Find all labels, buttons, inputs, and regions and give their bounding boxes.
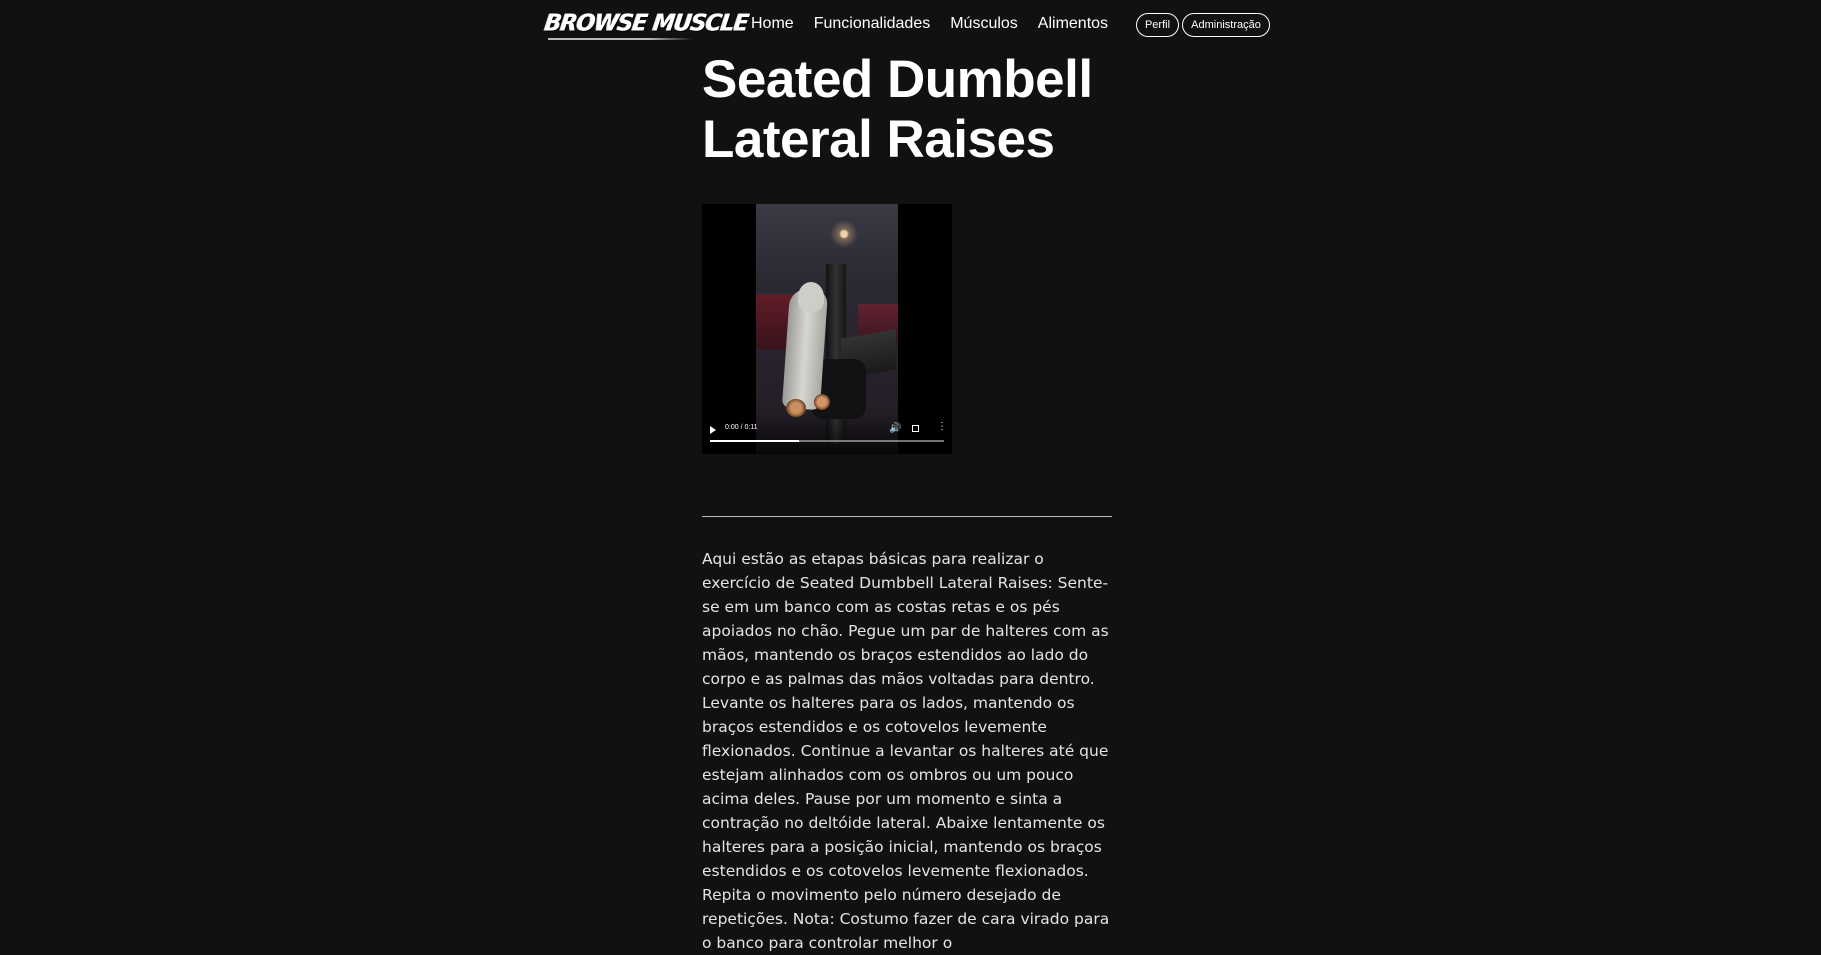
video-controls: 0:00 / 0:11 🔊 ⋮	[702, 414, 952, 454]
nav-home[interactable]: Home	[751, 15, 794, 33]
site-logo[interactable]: BROWSE MUSCLE	[543, 10, 750, 36]
play-icon[interactable]	[710, 426, 716, 434]
main-nav: Home Funcionalidades Músculos Alimentos	[751, 15, 1128, 33]
nav-funcionalidades[interactable]: Funcionalidades	[814, 15, 931, 33]
exercise-title: Seated Dumbell Lateral Raises	[702, 50, 1093, 169]
video-progress-bar[interactable]	[710, 440, 944, 442]
exercise-video-player[interactable]: 0:00 / 0:11 🔊 ⋮	[702, 204, 952, 454]
section-divider	[702, 516, 1112, 517]
volume-icon[interactable]: 🔊	[889, 424, 901, 434]
administracao-button[interactable]: Administração	[1182, 13, 1270, 37]
video-scene-person-hood	[798, 282, 824, 312]
perfil-button[interactable]: Perfil	[1136, 13, 1179, 37]
nav-musculos[interactable]: Músculos	[950, 15, 1018, 33]
video-time: 0:00 / 0:11	[725, 424, 758, 431]
site-header: BROWSE MUSCLE Home Funcionalidades Múscu…	[0, 0, 1821, 52]
logo-brush-underline	[548, 38, 693, 40]
video-scene-dumbbell-2	[814, 394, 830, 410]
video-progress-fill	[710, 440, 799, 442]
fullscreen-icon[interactable]	[912, 425, 919, 432]
more-options-icon[interactable]: ⋮	[937, 422, 947, 432]
exercise-description: Aqui estão as etapas básicas para realiz…	[702, 550, 1110, 952]
nav-alimentos[interactable]: Alimentos	[1038, 15, 1108, 33]
